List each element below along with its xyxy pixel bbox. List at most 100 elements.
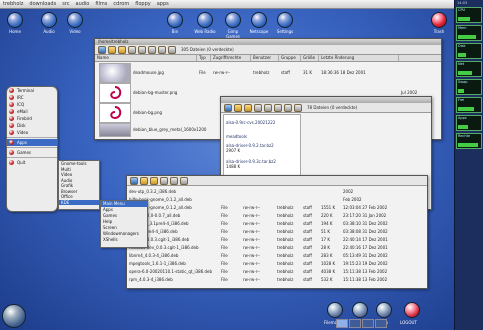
settings-icon[interactable]: Settings xyxy=(274,12,296,34)
list-item[interactable]: alsa-driver-0.9.2.tar.bz2 2907 K xyxy=(224,143,300,159)
netscape-icon[interactable]: Netscape xyxy=(248,12,270,34)
rox-icon[interactable] xyxy=(352,302,368,318)
list-item[interactable]: alsa-0.9rc-cvs.20021222 xyxy=(224,115,300,129)
menu-item-irc[interactable]: IRC xyxy=(7,94,57,101)
zoom-in-icon[interactable] xyxy=(138,45,146,54)
workspace-4[interactable] xyxy=(375,319,387,328)
back-icon[interactable] xyxy=(98,45,106,54)
col-size[interactable]: Größe xyxy=(301,55,319,61)
gimp-games-icon[interactable]: Gimp Games xyxy=(222,12,244,39)
video-icon[interactable]: Video xyxy=(64,12,86,34)
col-date[interactable]: Letzte Änderung xyxy=(319,55,399,61)
start-orb-icon[interactable] xyxy=(2,304,26,328)
menu-item-games[interactable]: Games xyxy=(7,149,57,156)
system-monitor-dock: 14:03 CPU Mem Disk Net Swap Frei Apps Re… xyxy=(454,0,483,330)
kde-submenu: Main Menu Apps Games Help Screen Windowm… xyxy=(100,200,148,248)
quit-icon xyxy=(9,160,14,165)
home-icon[interactable] xyxy=(234,103,242,112)
toolbar: 305 Dateien (0 verdeckte) xyxy=(95,45,441,55)
home-icon[interactable] xyxy=(140,176,148,185)
menu-item[interactable]: XShells xyxy=(101,237,147,243)
workspace-2[interactable] xyxy=(349,319,361,328)
web-radio-icon[interactable]: Web Radio xyxy=(194,12,216,34)
col-perm[interactable]: Zugriffsrechte xyxy=(211,55,251,61)
topbar-item[interactable]: apps xyxy=(157,1,169,7)
table-row[interactable]: nxsdcos-dev_0.0.3.cgit-1_i386.deb File rw-… xyxy=(127,243,427,251)
table-row[interactable]: nxs-dev_0.0.3.cgit-1_i386.deb File rw-rw-r… xyxy=(127,235,427,243)
fileman-icon[interactable] xyxy=(327,302,343,318)
zoom-in-icon[interactable] xyxy=(170,176,178,185)
logout-icon[interactable] xyxy=(404,302,420,318)
deb-list: dev-utp_0.3.2_i386.deb 2002 hilfe-book-gn… xyxy=(127,186,427,283)
topbar-item[interactable]: src xyxy=(62,1,69,7)
xterm-icon[interactable] xyxy=(376,302,392,318)
menu-item[interactable]: KDE xyxy=(59,199,99,205)
menu-item-video[interactable]: Video xyxy=(7,129,57,136)
workspace-3[interactable] xyxy=(362,319,374,328)
back-icon[interactable] xyxy=(224,103,232,112)
details-icon[interactable] xyxy=(168,45,176,54)
refresh-icon[interactable] xyxy=(160,176,168,185)
refresh-icon[interactable] xyxy=(254,103,262,112)
topbar-item[interactable]: downloads xyxy=(29,1,56,7)
list-item[interactable]: meadtools xyxy=(224,129,300,143)
col-type[interactable]: Typ xyxy=(197,55,211,61)
list-item[interactable]: alsa-driver-0.9.3c.tar.bz2 1488 K xyxy=(224,159,300,175)
table-row[interactable]: libnm4_4.0.3-4_i386.deb File rw-rw-r-- treb… xyxy=(127,251,427,259)
details-icon[interactable] xyxy=(294,103,302,112)
table-row[interactable]: help-book-gnome_0.1.2_all.deb File rw-rw-r… xyxy=(127,203,427,211)
table-row[interactable]: deadmouse.jpg File rw-rw-r-- trebholz st… xyxy=(95,62,441,82)
bottom-panel: Fileman Rox xterm LOGOUT xyxy=(0,298,455,330)
zoom-out-icon[interactable] xyxy=(180,176,188,185)
thumbnail-image xyxy=(99,63,131,83)
irc-icon xyxy=(9,95,14,100)
refresh-icon[interactable] xyxy=(128,45,136,54)
workspace-1[interactable] xyxy=(336,319,348,328)
back-icon[interactable] xyxy=(130,176,138,185)
home-icon[interactable]: Home xyxy=(4,12,26,34)
menu-item-quit[interactable]: Quit xyxy=(7,159,57,166)
table-row[interactable]: ntfs_3.1pre4-4_i386.deb File rw-rw-r-- treb… xyxy=(127,227,427,235)
topbar-item[interactable]: audio xyxy=(76,1,90,7)
bin-icon[interactable]: Bin xyxy=(164,12,186,34)
menu-item-firebird[interactable]: Firebird xyxy=(7,115,57,122)
browser-icon xyxy=(9,116,14,121)
menu-item-icq[interactable]: ICQ xyxy=(7,101,57,108)
workspace-pager xyxy=(336,319,387,328)
menu-item-email[interactable]: eMail xyxy=(7,108,57,115)
menu-item-apps[interactable]: Apps xyxy=(7,139,57,146)
table-row[interactable]: dev-utp_0.3.2_i386.deb 2002 xyxy=(127,187,427,195)
disk-icon xyxy=(9,123,14,128)
top-bar: trebholz downloads src audio films cdrom… xyxy=(0,0,455,9)
audio-icon[interactable]: Audio xyxy=(38,12,60,34)
table-row[interactable]: rpm_4.0.3-4_i386.deb File rw-rw-r-- trebhol… xyxy=(127,275,427,283)
col-name[interactable]: Name xyxy=(95,55,197,61)
col-group[interactable]: Gruppe xyxy=(279,55,301,61)
col-user[interactable]: Benutzer xyxy=(251,55,279,61)
zoom-in-icon[interactable] xyxy=(264,103,272,112)
topbar-item[interactable]: cdrom xyxy=(113,1,129,7)
view-icon[interactable] xyxy=(158,45,166,54)
table-row[interactable]: hilfe-book-gnome_0.1.2_all.deb Feb 2002 xyxy=(127,195,427,203)
file-manager-window-3[interactable]: dev-utp_0.3.2_i386.deb 2002 hilfe-book-gn… xyxy=(126,175,428,289)
menu-item-disk[interactable]: Disk xyxy=(7,122,57,129)
menu-separator xyxy=(7,147,57,148)
up-icon[interactable] xyxy=(118,45,126,54)
topbar-item[interactable]: trebholz xyxy=(3,1,23,7)
topbar-item[interactable]: films xyxy=(95,1,107,7)
up-icon[interactable] xyxy=(150,176,158,185)
toolbar-3 xyxy=(127,176,427,186)
view-icon[interactable] xyxy=(284,103,292,112)
zoom-out-icon[interactable] xyxy=(274,103,282,112)
up-icon[interactable] xyxy=(244,103,252,112)
table-row[interactable]: opera-6.0-20020110.1-static_qt_i386.deb F… xyxy=(127,267,427,275)
trash-icon[interactable]: Trash xyxy=(428,12,450,34)
table-row[interactable]: mpegtools_1.6.1-1_i386.deb File rw-rw-r-- t… xyxy=(127,259,427,267)
topbar-item[interactable]: floppy xyxy=(135,1,151,7)
table-row[interactable]: ngimp-2.2.0-0.0.7_all.deb File rw-rw-r-- tr… xyxy=(127,211,427,219)
zoom-out-icon[interactable] xyxy=(148,45,156,54)
table-row[interactable]: ntfs-base_3.1pre4-4_i386.deb File rw-rw-r-… xyxy=(127,219,427,227)
menu-item-terminal[interactable]: Terminal xyxy=(7,87,57,94)
home-icon[interactable] xyxy=(108,45,116,54)
mem-meter: Mem xyxy=(456,25,482,41)
